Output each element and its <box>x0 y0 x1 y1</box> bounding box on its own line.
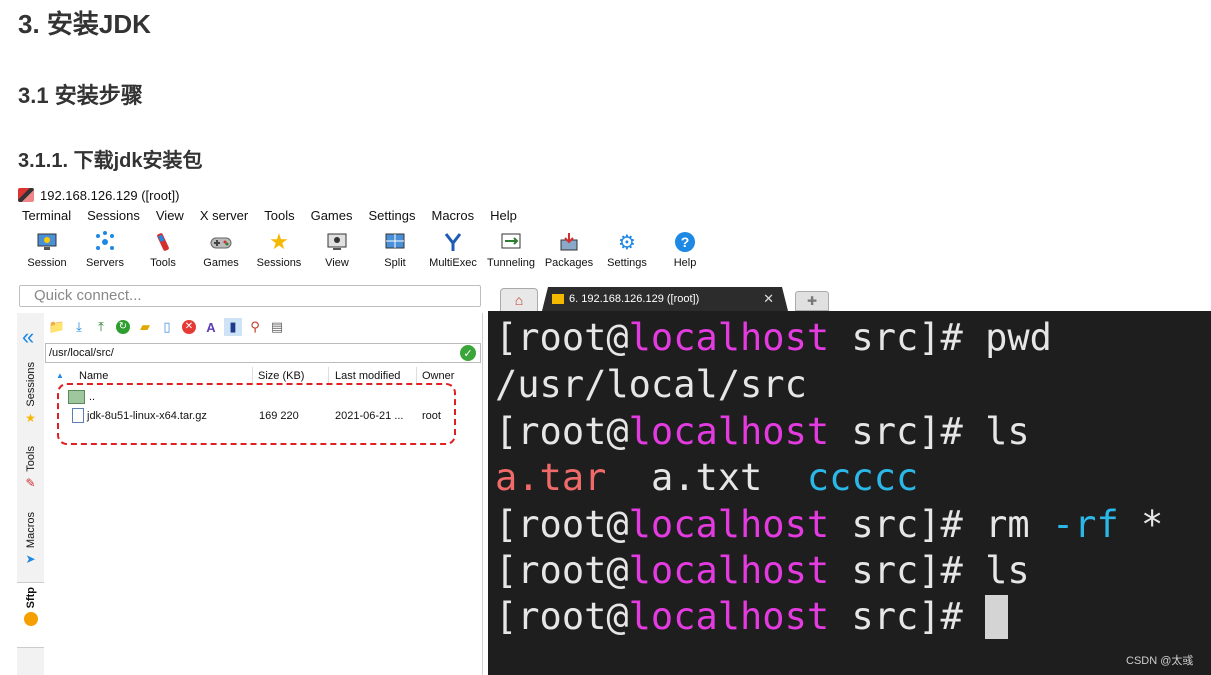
main-toolbar: Session Servers Tools Games ★ Sessions V… <box>18 229 714 278</box>
games-icon <box>209 230 233 254</box>
menu-tools[interactable]: Tools <box>264 208 294 226</box>
parent-folder-icon[interactable]: 📁 <box>48 318 66 336</box>
menu-settings[interactable]: Settings <box>369 208 416 226</box>
terminal-icon[interactable]: ▤ <box>268 318 286 336</box>
terminal-cursor <box>985 595 1009 639</box>
multiexec-icon <box>441 230 465 254</box>
plus-icon: ✚ <box>806 294 818 308</box>
menu-bar: Terminal Sessions View X server Tools Ga… <box>18 208 529 226</box>
window-titlebar: 192.168.126.129 ([root]) <box>18 185 180 205</box>
menu-help[interactable]: Help <box>490 208 517 226</box>
split-icon <box>383 230 407 254</box>
annotation-dashed-highlight <box>57 383 456 445</box>
toolbar-packages-button[interactable]: Packages <box>540 230 598 278</box>
menu-sessions[interactable]: Sessions <box>87 208 140 226</box>
download-icon[interactable]: ⤓ <box>70 318 88 336</box>
toolbar-session-button[interactable]: Session <box>18 230 76 278</box>
sftp-path-input[interactable]: /usr/local/src/ <box>45 343 481 363</box>
packages-icon <box>557 230 581 254</box>
tools-icon: ✎ <box>25 475 36 490</box>
toolbar-tunneling-button[interactable]: Tunneling <box>482 230 540 278</box>
tunneling-icon <box>499 230 523 254</box>
macro-arrow-icon: ➤ <box>25 552 36 567</box>
star-icon: ★ <box>25 410 36 425</box>
refresh-icon[interactable]: ↻ <box>114 318 132 336</box>
terminal-screen[interactable]: [root@localhost src]# pwd /usr/local/src… <box>488 311 1211 675</box>
terminal-tab-icon <box>552 294 564 304</box>
toolbar-games-button[interactable]: Games <box>192 230 250 278</box>
magic-icon[interactable]: ⚲ <box>246 318 264 336</box>
permissions-icon[interactable]: ▮ <box>224 318 242 336</box>
servers-icon <box>93 230 117 254</box>
toolbar-tools-button[interactable]: Tools <box>134 230 192 278</box>
session-tab-title: 6. 192.168.126.129 ([root]) <box>569 293 700 305</box>
collapse-sidebar-icon[interactable]: « <box>22 324 34 350</box>
toolbar-multiexec-button[interactable]: MultiExec <box>424 230 482 278</box>
upload-icon[interactable]: ⤒ <box>92 318 110 336</box>
new-tab-button[interactable]: ✚ <box>795 291 829 311</box>
menu-terminal[interactable]: Terminal <box>22 208 71 226</box>
terminal-line: [root@localhost src]# ls <box>495 410 1030 453</box>
session-tab[interactable]: 6. 192.168.126.129 ([root]) ✕ <box>542 287 788 311</box>
mobaxterm-logo-icon <box>18 188 34 202</box>
terminal-line: [root@localhost src]# <box>495 594 1009 640</box>
rename-icon[interactable]: A <box>202 318 220 336</box>
toolbar-sessions-button[interactable]: ★ Sessions <box>250 229 308 278</box>
view-icon <box>325 230 349 254</box>
terminal-output: /usr/local/src <box>495 363 807 406</box>
csdn-watermark: CSDN @太彧 <box>1126 655 1194 667</box>
heading-download-jdk: 3.1.1. 下载jdk安装包 <box>18 150 203 172</box>
quick-connect-input[interactable]: Quick connect... <box>19 285 481 307</box>
heading-install-steps: 3.1 安装步骤 <box>18 83 143 108</box>
side-tab-tools[interactable]: Tools ✎ <box>17 446 44 490</box>
terminal-output: a.tar a.txt ccccc <box>495 456 919 499</box>
path-ok-check-icon[interactable]: ✓ <box>460 345 476 361</box>
side-tab-sftp[interactable]: Sftp <box>17 582 45 648</box>
svg-text:?: ? <box>681 234 690 250</box>
toolbar-help-button[interactable]: ? Help <box>656 230 714 278</box>
toolbar-view-button[interactable]: View <box>308 230 366 278</box>
menu-x-server[interactable]: X server <box>200 208 248 226</box>
side-tab-macros[interactable]: Macros ➤ <box>17 512 44 566</box>
terminal-line: [root@localhost src]# rm -rf * <box>495 503 1164 546</box>
terminal-line: [root@localhost src]# pwd <box>495 316 1052 359</box>
settings-icon: ⚙ <box>618 231 636 254</box>
close-tab-icon[interactable]: ✕ <box>763 291 774 307</box>
terminal-line: [root@localhost src]# ls <box>495 549 1030 592</box>
home-icon: ⌂ <box>514 292 524 308</box>
new-file-icon[interactable]: ▯ <box>158 318 176 336</box>
heading-install-jdk: 3. 安装JDK <box>18 9 151 39</box>
side-tab-sessions[interactable]: Sessions ★ <box>17 362 44 425</box>
toolbar-split-button[interactable]: Split <box>366 230 424 278</box>
toolbar-settings-button[interactable]: ⚙ Settings <box>598 230 656 278</box>
session-icon <box>35 230 59 254</box>
sort-arrow-icon: ▲ <box>56 371 64 380</box>
menu-macros[interactable]: Macros <box>431 208 474 226</box>
home-tab[interactable]: ⌂ <box>500 288 538 311</box>
menu-view[interactable]: View <box>156 208 184 226</box>
window-title: 192.168.126.129 ([root]) <box>40 187 180 203</box>
menu-games[interactable]: Games <box>311 208 353 226</box>
delete-icon[interactable]: ✕ <box>180 318 198 336</box>
new-folder-icon[interactable]: ▰ <box>136 318 154 336</box>
tools-icon <box>151 230 175 254</box>
sftp-toolbar: 📁 ⤓ ⤒ ↻ ▰ ▯ ✕ A ▮ ⚲ ▤ <box>48 318 286 340</box>
help-icon: ? <box>673 230 697 254</box>
toolbar-servers-button[interactable]: Servers <box>76 230 134 278</box>
sftp-icon <box>23 612 38 627</box>
star-icon: ★ <box>269 229 289 254</box>
